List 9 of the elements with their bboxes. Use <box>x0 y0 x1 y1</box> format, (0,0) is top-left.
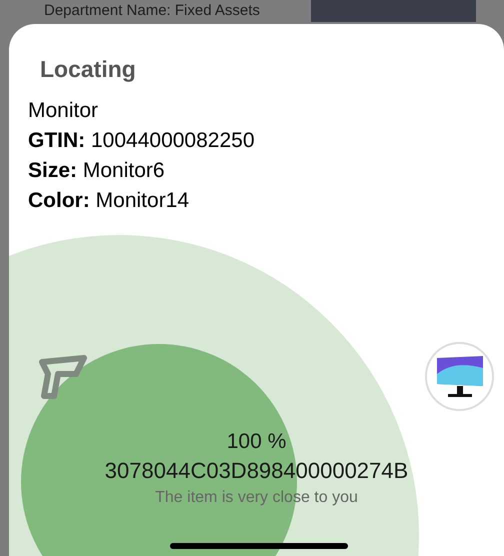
item-detail: Monitor <box>28 98 100 124</box>
scanner-gun-icon <box>36 354 90 402</box>
signal-percent: 100 % <box>226 429 286 455</box>
item-detail: GTIN: 10044000082250 <box>28 128 256 154</box>
item-detail: Color: Monitor14 <box>28 188 190 214</box>
department-name: Department Name: Fixed Assets <box>44 2 260 20</box>
tag-id: 3078044C03D898400000274B <box>104 457 408 485</box>
sheet-title: Locating <box>40 55 137 84</box>
item-detail: Size: Monitor6 <box>28 158 166 184</box>
